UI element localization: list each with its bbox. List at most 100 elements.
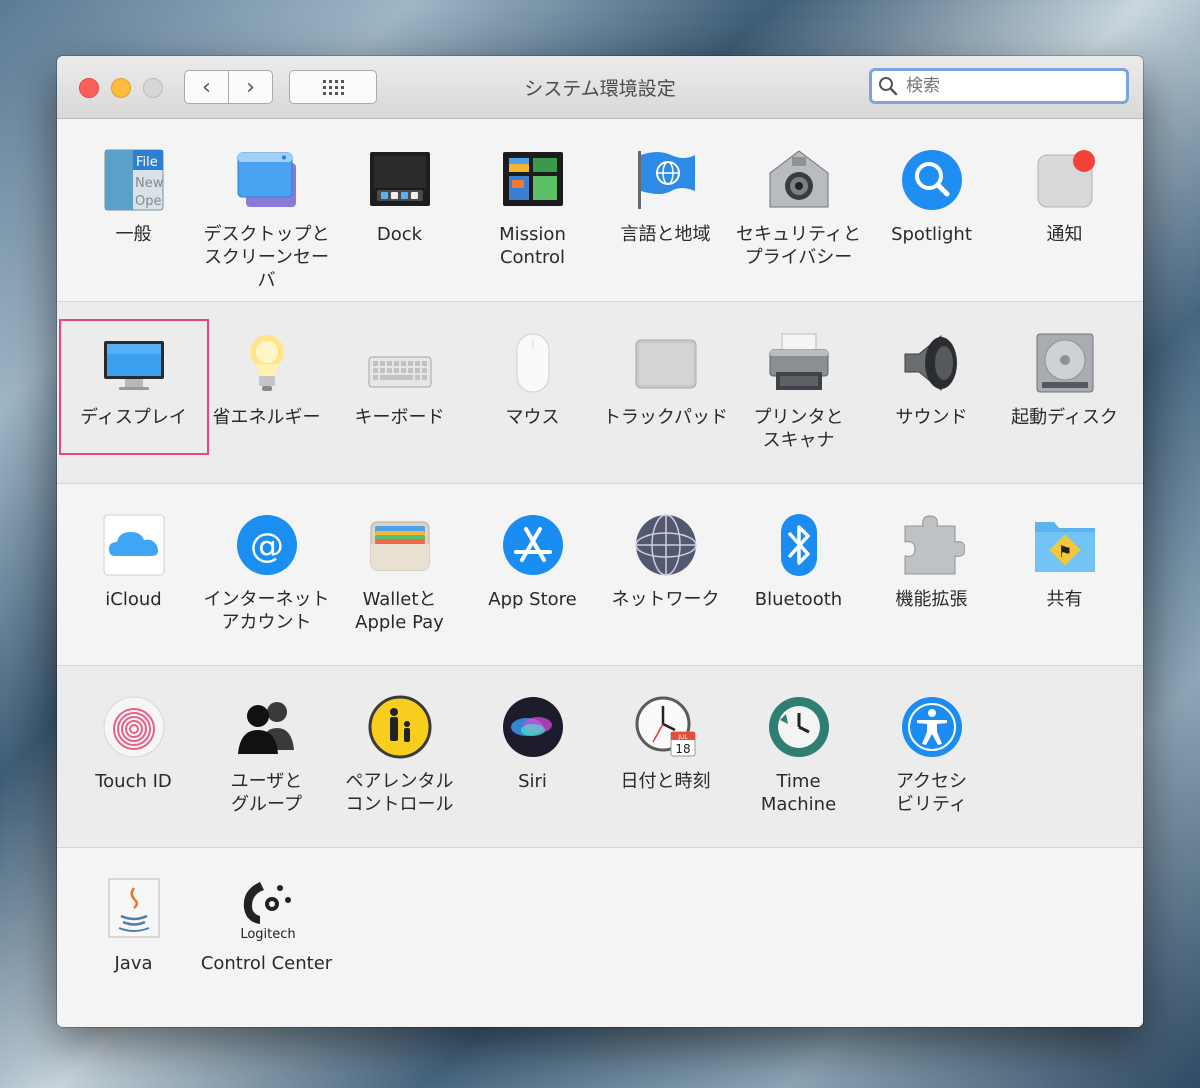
pane-wallet-apple-pay[interactable]: Walletと Apple Pay bbox=[333, 512, 466, 634]
parental-controls-icon bbox=[367, 694, 433, 760]
preferences-row: File New Ope 一般 デスクトップと スクリーンセーバ Dock Mi… bbox=[57, 119, 1143, 301]
pane-keyboard[interactable]: キーボード bbox=[333, 330, 466, 429]
svg-text:@: @ bbox=[250, 526, 284, 566]
trackpad-icon bbox=[633, 330, 699, 396]
svg-text:⚑: ⚑ bbox=[1057, 542, 1071, 561]
pane-label: iCloud bbox=[105, 589, 162, 610]
pane-extensions[interactable]: 機能拡張 bbox=[865, 512, 998, 611]
pane-icloud[interactable]: iCloud bbox=[67, 512, 200, 611]
pane-security-privacy[interactable]: セキュリティと プライバシー bbox=[732, 147, 865, 269]
pane-sharing[interactable]: ⚑ 共有 bbox=[998, 512, 1131, 611]
bluetooth-icon bbox=[766, 512, 832, 578]
general-file-text: File bbox=[136, 155, 158, 170]
pane-general[interactable]: File New Ope 一般 bbox=[67, 147, 200, 246]
general-open-text: Ope bbox=[135, 194, 161, 209]
touch-id-icon bbox=[101, 694, 167, 760]
pane-label: マウス bbox=[505, 407, 560, 428]
pane-label: キーボード bbox=[354, 407, 445, 428]
calendar-day-text: 18 bbox=[675, 742, 690, 756]
pane-label: Control Center bbox=[200, 953, 333, 974]
extensions-icon bbox=[899, 512, 965, 578]
pane-label: アクセシ ビリティ bbox=[895, 771, 968, 815]
pane-network[interactable]: ネットワーク bbox=[599, 512, 732, 611]
pane-printers-scanners[interactable]: プリンタと スキャナ bbox=[732, 330, 865, 452]
keyboard-icon bbox=[367, 330, 433, 396]
desktop-screensaver-icon bbox=[234, 147, 300, 213]
general-new-text: New bbox=[135, 176, 164, 191]
wallet-icon bbox=[367, 512, 433, 578]
pane-label: Java bbox=[114, 953, 153, 974]
pane-label: プリンタと スキャナ bbox=[753, 407, 844, 451]
general-icon: File New Ope bbox=[101, 147, 167, 213]
notifications-icon bbox=[1032, 147, 1098, 213]
display-icon bbox=[101, 330, 167, 396]
pane-users-groups[interactable]: ユーザと グループ bbox=[200, 694, 333, 816]
pane-touch-id[interactable]: Touch ID bbox=[67, 694, 200, 793]
pane-label: サウンド bbox=[895, 407, 968, 428]
pane-label: Dock bbox=[376, 224, 423, 245]
printer-scanner-icon bbox=[766, 330, 832, 396]
pane-label: トラックパッド bbox=[602, 407, 729, 428]
pane-trackpad[interactable]: トラックパッド bbox=[599, 330, 732, 429]
title-bar: ‹ › システム環境設定 bbox=[57, 56, 1143, 119]
pane-notifications[interactable]: 通知 bbox=[998, 147, 1131, 246]
pane-label: 省エネルギー bbox=[212, 407, 321, 428]
pane-label: Time Machine bbox=[760, 771, 837, 815]
logitech-icon: Logitech bbox=[234, 876, 300, 942]
pane-logitech-control-center[interactable]: Logitech Control Center bbox=[200, 876, 333, 975]
pane-desktop-screensaver[interactable]: デスクトップと スクリーンセーバ bbox=[200, 147, 333, 292]
pane-label: ペアレンタル コントロール bbox=[345, 771, 454, 815]
pane-date-time[interactable]: JUL 18 日付と時刻 bbox=[599, 694, 732, 793]
pane-label: ディスプレイ bbox=[80, 407, 187, 428]
preferences-row: iCloud @ インターネット アカウント Walletと Apple Pay… bbox=[57, 483, 1143, 665]
pane-internet-accounts[interactable]: @ インターネット アカウント bbox=[200, 512, 333, 634]
pane-energy-saver[interactable]: 省エネルギー bbox=[200, 330, 333, 429]
sound-icon bbox=[899, 330, 965, 396]
pane-label: 機能拡張 bbox=[895, 589, 968, 610]
startup-disk-icon bbox=[1032, 330, 1098, 396]
java-icon bbox=[101, 876, 167, 942]
preferences-row: Java Logitech Control Center bbox=[57, 847, 1143, 1027]
date-time-icon: JUL 18 bbox=[633, 694, 699, 760]
pane-java[interactable]: Java bbox=[67, 876, 200, 975]
pane-app-store[interactable]: App Store bbox=[466, 512, 599, 611]
internet-accounts-icon: @ bbox=[234, 512, 300, 578]
pane-display[interactable]: ディスプレイ bbox=[67, 330, 200, 429]
pane-label: 言語と地域 bbox=[620, 224, 711, 245]
network-icon bbox=[633, 512, 699, 578]
pane-startup-disk[interactable]: 起動ディスク bbox=[998, 330, 1131, 429]
pane-siri[interactable]: Siri bbox=[466, 694, 599, 793]
pane-label: ネットワーク bbox=[611, 589, 720, 610]
pane-parental-controls[interactable]: ペアレンタル コントロール bbox=[333, 694, 466, 816]
pane-dock[interactable]: Dock bbox=[333, 147, 466, 246]
pane-label: セキュリティと プライバシー bbox=[736, 224, 861, 268]
search-input[interactable] bbox=[904, 75, 1108, 97]
pane-label: 一般 bbox=[115, 224, 152, 245]
system-preferences-window: ‹ › システム環境設定 検索 File New Ope 一般 デスクトップと … bbox=[57, 56, 1143, 1027]
pane-label: 起動ディスク bbox=[1011, 407, 1118, 428]
spotlight-icon bbox=[899, 147, 965, 213]
pane-spotlight[interactable]: Spotlight bbox=[865, 147, 998, 246]
language-region-icon bbox=[633, 147, 699, 213]
pane-label: デスクトップと スクリーンセーバ bbox=[203, 224, 330, 291]
icloud-icon bbox=[101, 512, 167, 578]
pane-mission-control[interactable]: Mission Control bbox=[466, 147, 599, 269]
pane-time-machine[interactable]: Time Machine bbox=[732, 694, 865, 816]
pane-label: Siri bbox=[518, 771, 547, 792]
preferences-grid: File New Ope 一般 デスクトップと スクリーンセーバ Dock Mi… bbox=[57, 119, 1143, 1027]
pane-mouse[interactable]: マウス bbox=[466, 330, 599, 429]
search-field[interactable] bbox=[869, 68, 1129, 104]
pane-label: 共有 bbox=[1046, 589, 1083, 610]
pane-language-region[interactable]: 言語と地域 bbox=[599, 147, 732, 246]
pane-label: Walletと Apple Pay bbox=[355, 589, 444, 633]
security-privacy-icon bbox=[766, 147, 832, 213]
pane-accessibility[interactable]: アクセシ ビリティ bbox=[865, 694, 998, 816]
users-groups-icon bbox=[234, 694, 300, 760]
dock-icon bbox=[367, 147, 433, 213]
pane-bluetooth[interactable]: Bluetooth bbox=[732, 512, 865, 611]
pane-label: Mission Control bbox=[499, 224, 566, 268]
pane-sound[interactable]: サウンド bbox=[865, 330, 998, 429]
mission-control-icon bbox=[500, 147, 566, 213]
pane-label: インターネット アカウント bbox=[203, 589, 330, 633]
pane-label: App Store bbox=[488, 589, 577, 610]
